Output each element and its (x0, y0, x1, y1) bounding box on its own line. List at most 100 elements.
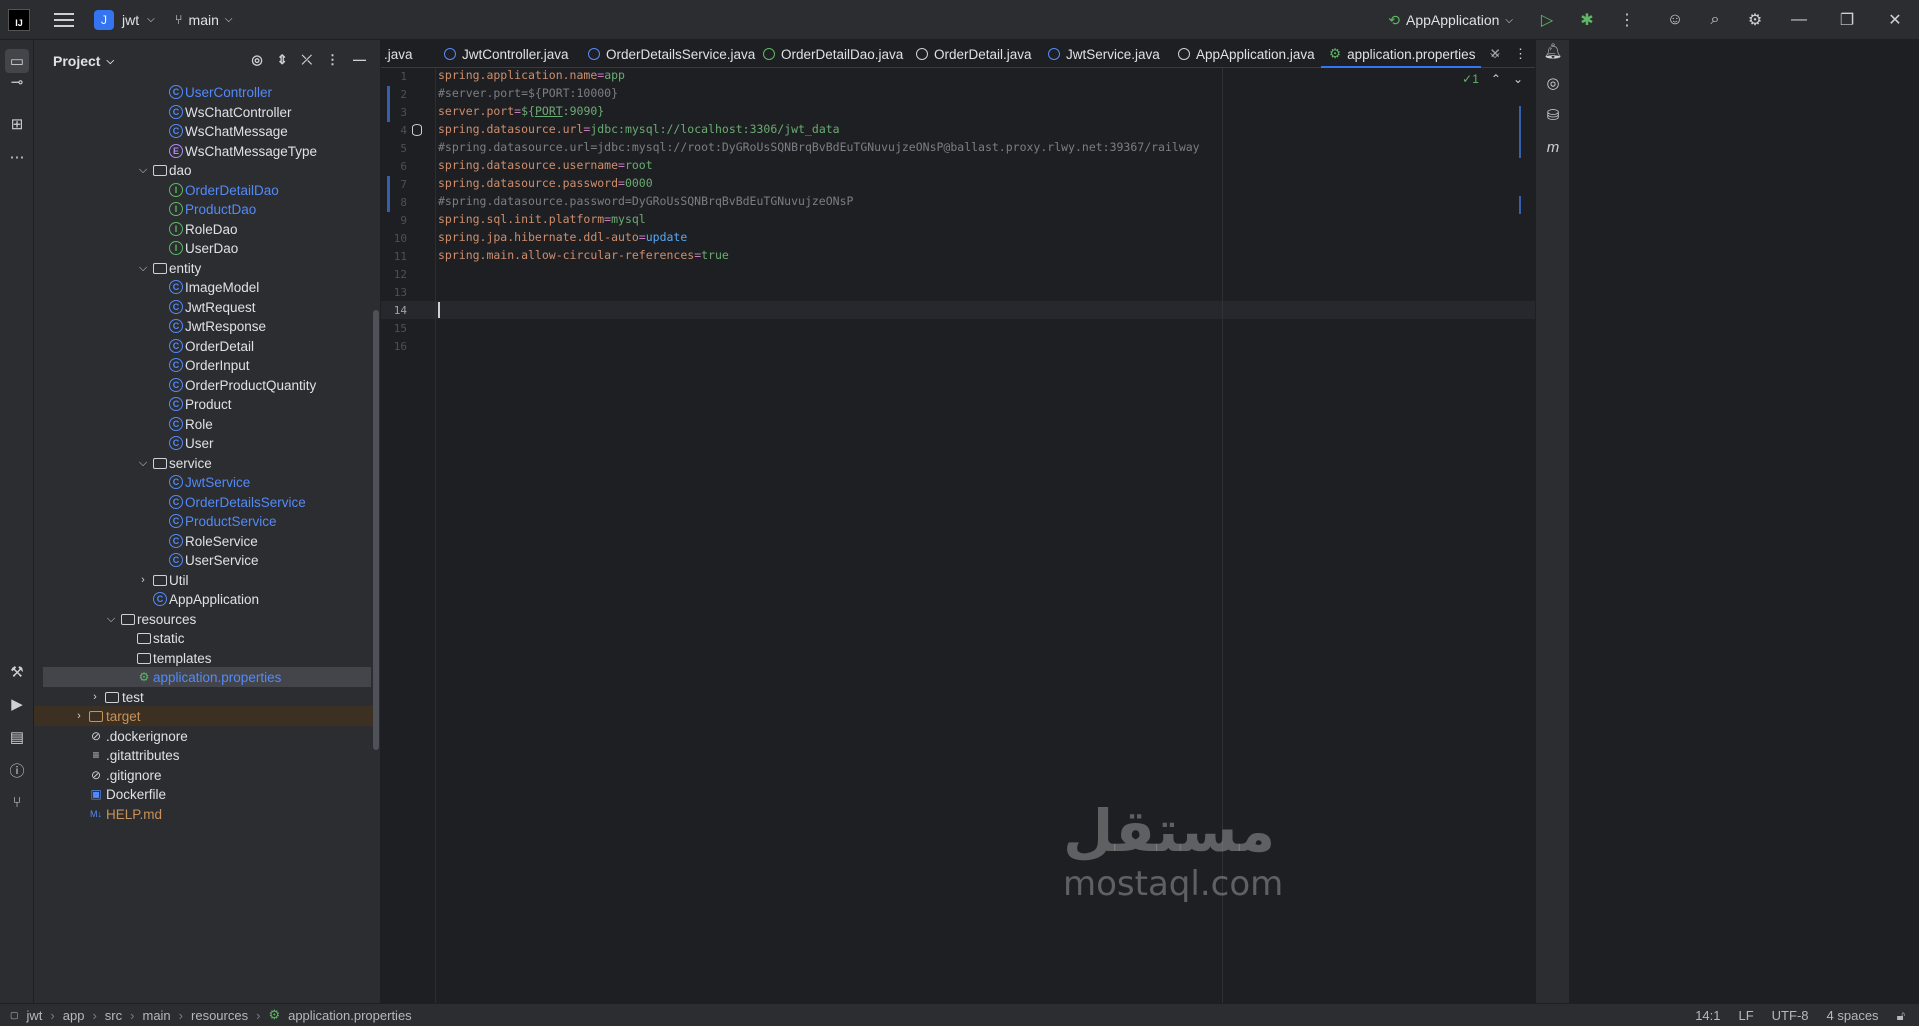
database-gutter-icon[interactable] (412, 124, 422, 136)
tree-item[interactable]: M↓ HELP.md (34, 804, 374, 824)
terminal-tool-icon[interactable]: ▤ (5, 725, 29, 749)
tree-item[interactable]: C JwtResponse (34, 316, 374, 336)
tree-item[interactable]: C WsChatController (34, 102, 374, 122)
tree-item[interactable]: C OrderDetail (34, 336, 374, 356)
chevron-down-icon[interactable]: ⌵ (137, 262, 149, 275)
tree-item[interactable]: ⊘ .gitignore (34, 765, 374, 785)
tree-item-selected[interactable]: ⚙ application.properties (43, 667, 371, 687)
chevron-up-icon[interactable]: ⌃ (1491, 72, 1501, 86)
services-tool-icon[interactable]: ▶ (5, 692, 29, 716)
tree-item[interactable]: C UserService (34, 550, 374, 570)
tree-folder[interactable]: static (34, 628, 374, 648)
tree-item[interactable]: C ProductService (34, 511, 374, 531)
run-icon[interactable]: ▷ (1527, 0, 1567, 40)
tab[interactable]: JwtController.java (444, 40, 569, 68)
chevron-down-icon[interactable]: ⌵ (137, 164, 149, 177)
tree-folder[interactable]: ⌵ entity (34, 258, 374, 278)
tree-item[interactable]: I ProductDao (34, 199, 374, 219)
breadcrumb-item[interactable]: application.properties (288, 1008, 412, 1023)
tree-item[interactable]: C User (34, 433, 374, 453)
tree-folder[interactable]: templates (34, 648, 374, 668)
file-encoding[interactable]: UTF-8 (1772, 1008, 1809, 1023)
commit-tool-icon[interactable]: ⊸ (5, 70, 29, 94)
notifications-icon[interactable]: 🔔︎ (1542, 40, 1564, 62)
hide-icon[interactable]: — (353, 52, 366, 68)
inspection-widget[interactable]: ✓1 ⌃ ⌄ (1462, 72, 1523, 86)
build-tool-icon[interactable]: ⚒ (5, 660, 29, 684)
project-selector[interactable]: J jwt ⌵ (94, 9, 155, 30)
tree-folder[interactable]: › test (34, 687, 374, 707)
tree-item[interactable]: C JwtService (34, 472, 374, 492)
tree-item[interactable]: C WsChatMessage (34, 121, 374, 141)
minimize-button[interactable]: — (1775, 0, 1823, 40)
database-icon[interactable]: ⛁ (1542, 104, 1564, 126)
tree-item[interactable]: E WsChatMessageType (34, 141, 374, 161)
tree-item[interactable]: ⊘ .dockerignore (34, 726, 374, 746)
chevron-down-icon[interactable]: ⌵ (106, 56, 114, 67)
close-button[interactable]: ✕ (1871, 0, 1919, 40)
breadcrumb-item[interactable]: jwt (27, 1008, 43, 1023)
tree-item[interactable]: I RoleDao (34, 219, 374, 239)
restore-button[interactable]: ❐ (1823, 0, 1871, 40)
tab-active[interactable]: ⚙ application.properties ✕ (1329, 40, 1501, 68)
breadcrumb-item[interactable]: src (105, 1008, 122, 1023)
tree-item[interactable]: C ImageModel (34, 277, 374, 297)
project-scrollbar[interactable] (373, 310, 379, 750)
tab[interactable]: OrderDetailsService.java (588, 40, 755, 68)
tree-item[interactable]: C JwtRequest (34, 297, 374, 317)
tree-item[interactable]: C UserController (34, 82, 374, 102)
chevron-down-icon[interactable]: ⌵ (137, 457, 149, 470)
settings-icon[interactable]: ⚙ (1735, 0, 1775, 40)
tree-item[interactable]: C RoleService (34, 531, 374, 551)
tab[interactable]: OrderDetailDao.java (763, 40, 903, 68)
collapse-all-icon[interactable]: ⤫ (302, 52, 312, 68)
maven-icon[interactable]: m (1542, 136, 1564, 158)
tree-folder[interactable]: ⌵ dao (34, 160, 374, 180)
breadcrumb-item[interactable]: resources (191, 1008, 248, 1023)
tab[interactable]: .java (384, 40, 413, 68)
expand-all-icon[interactable]: ⇕ (277, 52, 288, 68)
tab-list-icon[interactable]: ⌵ (1490, 40, 1500, 68)
tree-folder[interactable]: ⌵ service (34, 453, 374, 473)
line-separator[interactable]: LF (1739, 1008, 1754, 1023)
tree-item[interactable]: I UserDao (34, 238, 374, 258)
tab[interactable]: OrderDetail.java (916, 40, 1032, 68)
chevron-right-icon[interactable]: › (137, 574, 149, 586)
more-tools-icon[interactable]: ⋯ (5, 145, 29, 169)
project-panel-title[interactable]: Project (53, 53, 100, 69)
tab-more-icon[interactable]: ⋮ (1514, 40, 1527, 68)
git-tool-icon[interactable]: ⑂ (5, 790, 29, 814)
code-editor[interactable]: ✓1 ⌃ ⌄ 1 2 3 4 5 6 7 8 9 10 11 12 13 14 … (381, 68, 1535, 1003)
tree-folder[interactable]: › Util (34, 570, 374, 590)
search-icon[interactable]: ⌕ (1695, 0, 1735, 40)
lock-icon[interactable]: 🔓︎ (1897, 1008, 1905, 1024)
chevron-right-icon[interactable]: › (89, 691, 101, 703)
add-user-icon[interactable]: ☺ (1655, 0, 1695, 40)
chevron-down-icon[interactable]: ⌄ (1513, 72, 1523, 86)
branch-selector[interactable]: ⑂ main ⌵ (175, 12, 233, 28)
tree-item[interactable]: C OrderDetailsService (34, 492, 374, 512)
indent-setting[interactable]: 4 spaces (1827, 1008, 1879, 1023)
tree-folder[interactable]: › target (34, 706, 374, 726)
problems-tool-icon[interactable]: ⓘ (5, 758, 29, 782)
tree-item[interactable]: I OrderDetailDao (34, 180, 374, 200)
breadcrumb-item[interactable]: main (142, 1008, 170, 1023)
tab[interactable]: JwtService.java (1048, 40, 1160, 68)
tree-item[interactable]: C AppApplication (34, 589, 374, 609)
more-actions-icon[interactable]: ⋮ (1607, 0, 1647, 40)
intellij-logo-icon[interactable]: IJ (8, 8, 30, 31)
tree-item[interactable]: C Product (34, 394, 374, 414)
options-icon[interactable]: ⋮ (326, 52, 339, 68)
structure-tool-icon[interactable]: ⊞ (5, 112, 29, 136)
run-config-selector[interactable]: ⟲ AppApplication ⌵ (1388, 12, 1513, 29)
tree-item[interactable]: ▣ Dockerfile (34, 784, 374, 804)
chevron-right-icon[interactable]: › (73, 710, 85, 722)
tree-item[interactable]: ≡ .gitattributes (34, 745, 374, 765)
chevron-down-icon[interactable]: ⌵ (105, 613, 117, 626)
tree-item[interactable]: C Role (34, 414, 374, 434)
caret-position[interactable]: 14:1 (1695, 1008, 1720, 1023)
tree-folder[interactable]: ⌵ resources (34, 609, 374, 629)
debug-icon[interactable]: ✱ (1567, 0, 1607, 40)
breadcrumb-item[interactable]: app (63, 1008, 85, 1023)
tree-item[interactable]: C OrderInput (34, 355, 374, 375)
